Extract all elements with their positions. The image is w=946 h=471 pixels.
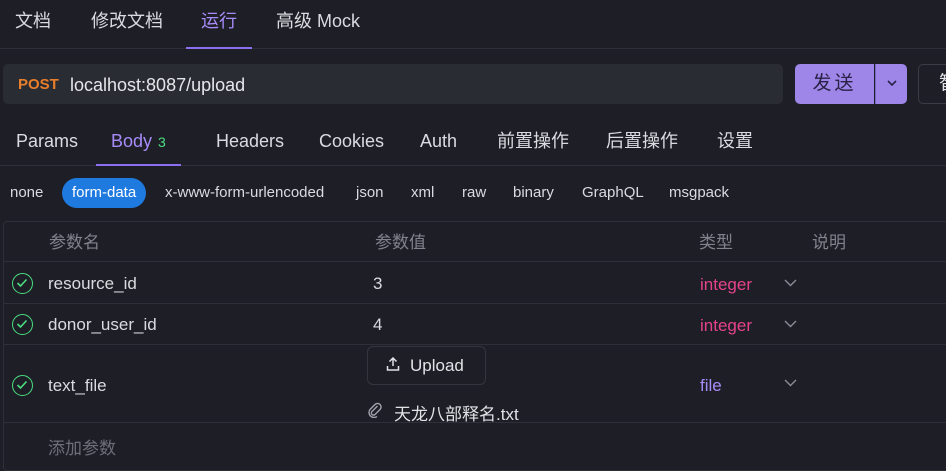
body-type-binary[interactable]: binary — [513, 178, 554, 208]
chevron-down-icon[interactable] — [784, 279, 797, 287]
table-row: resource_id 3 integer — [4, 263, 946, 304]
tab-headers[interactable]: Headers — [216, 117, 284, 166]
tab-docs[interactable]: 文档 — [15, 0, 51, 49]
url-input[interactable]: POST localhost:8087/upload — [3, 64, 783, 104]
send-button[interactable]: 发送 — [795, 64, 874, 104]
param-type[interactable]: file — [700, 376, 722, 396]
body-type-xml[interactable]: xml — [411, 178, 434, 208]
chevron-down-icon — [887, 80, 897, 87]
paperclip-icon — [368, 402, 382, 418]
upload-icon — [386, 357, 400, 371]
param-name[interactable]: donor_user_id — [48, 315, 157, 335]
body-type-graphql[interactable]: GraphQL — [582, 178, 644, 208]
top-tab-bar: 文档 修改文档 运行 高级 Mock — [0, 0, 946, 49]
upload-button[interactable]: Upload — [367, 346, 486, 385]
upload-label: Upload — [410, 356, 464, 375]
check-circle-icon[interactable] — [12, 375, 33, 396]
checkmark-icon — [16, 319, 28, 329]
body-type-selector: none form-data x-www-form-urlencoded jso… — [0, 178, 946, 210]
table-row: donor_user_id 4 integer — [4, 304, 946, 345]
attached-file-name[interactable]: 天龙八部释名.txt — [394, 400, 519, 425]
col-name-header: 参数名 — [49, 233, 100, 252]
body-type-none[interactable]: none — [10, 178, 43, 208]
tab-body-label: Body — [111, 131, 153, 151]
save-button[interactable]: 智 — [918, 64, 946, 104]
tab-pre-actions[interactable]: 前置操作 — [497, 117, 569, 166]
param-type[interactable]: integer — [700, 275, 752, 295]
method-label[interactable]: POST — [18, 64, 59, 106]
col-value-header: 参数值 — [375, 233, 426, 252]
url-text[interactable]: localhost:8087/upload — [70, 64, 245, 106]
tab-body[interactable]: Body 3 — [96, 117, 181, 166]
tab-run[interactable]: 运行 — [186, 0, 252, 49]
active-tab-underline — [186, 47, 252, 49]
body-count-badge: 3 — [158, 134, 166, 150]
body-type-json[interactable]: json — [356, 178, 384, 208]
checkmark-icon — [16, 278, 28, 288]
body-type-urlencoded[interactable]: x-www-form-urlencoded — [165, 178, 324, 208]
body-type-form-data[interactable]: form-data — [62, 178, 147, 208]
param-value[interactable]: 4 — [373, 315, 382, 335]
tab-auth[interactable]: Auth — [420, 117, 457, 166]
tab-edit-docs[interactable]: 修改文档 — [91, 0, 163, 49]
table-row: text_file Upload 天龙八部释名.txt file — [4, 345, 946, 425]
tab-params[interactable]: Params — [16, 117, 78, 166]
request-tab-bar: Params Body 3 Headers Cookies Auth 前置操作 后… — [0, 117, 946, 166]
active-tab-underline — [96, 164, 181, 166]
col-type-header: 类型 — [699, 233, 733, 252]
add-param-input[interactable]: 添加参数 — [48, 434, 116, 459]
param-type[interactable]: integer — [700, 316, 752, 336]
check-circle-icon[interactable] — [12, 273, 33, 294]
chevron-down-icon[interactable] — [784, 320, 797, 328]
param-name[interactable]: resource_id — [48, 274, 137, 294]
tab-advanced-mock[interactable]: 高级 Mock — [276, 0, 360, 49]
form-data-table: 参数名 参数值 类型 说明 resource_id 3 integer dono… — [3, 221, 946, 471]
table-header: 参数名 参数值 类型 说明 — [4, 222, 946, 262]
checkmark-icon — [16, 380, 28, 390]
tab-cookies[interactable]: Cookies — [319, 117, 384, 166]
body-type-msgpack[interactable]: msgpack — [669, 178, 729, 208]
col-desc-header: 说明 — [812, 233, 846, 252]
chevron-down-icon[interactable] — [784, 379, 797, 387]
tab-settings[interactable]: 设置 — [717, 117, 753, 166]
request-url-row: POST localhost:8087/upload 发送 智 — [0, 64, 946, 106]
send-dropdown-button[interactable] — [875, 64, 907, 104]
param-value[interactable]: 3 — [373, 274, 382, 294]
body-type-raw[interactable]: raw — [462, 178, 486, 208]
check-circle-icon[interactable] — [12, 314, 33, 335]
tab-post-actions[interactable]: 后置操作 — [606, 117, 678, 166]
param-name[interactable]: text_file — [48, 376, 107, 396]
tab-run-label: 运行 — [201, 11, 237, 31]
